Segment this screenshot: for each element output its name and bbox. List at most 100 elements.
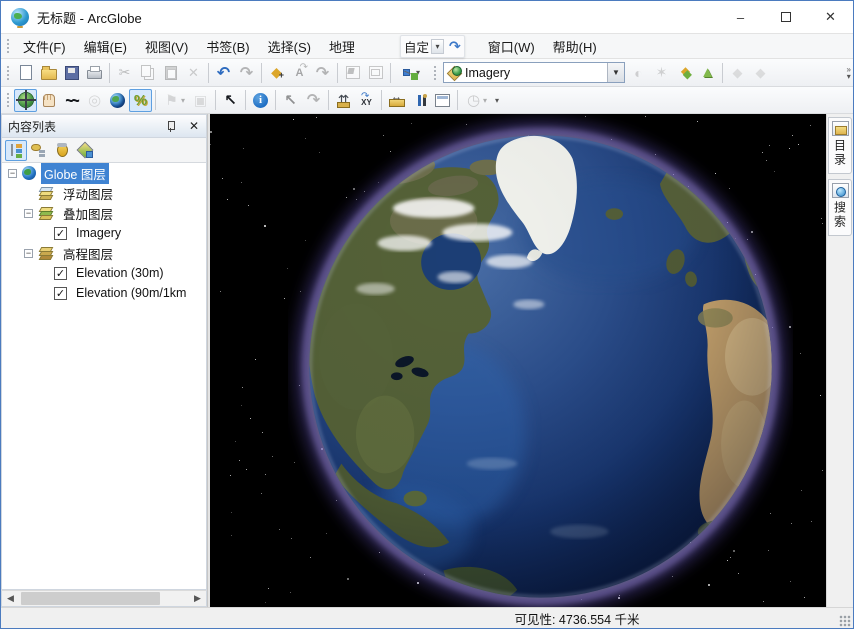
layer-label[interactable]: 叠加图层 [60, 203, 116, 224]
dropdown-caret-icon[interactable]: ▾ [483, 96, 487, 105]
scroll-right-arrow-icon[interactable]: ▶ [189, 591, 206, 606]
layer-label[interactable]: Globe 图层 [41, 163, 109, 184]
fly-tool[interactable] [60, 89, 83, 112]
layer-label[interactable]: Imagery [73, 225, 124, 241]
pin-icon[interactable] [164, 119, 178, 133]
menu-window[interactable]: 窗口(W) [479, 34, 544, 59]
transparency-button[interactable] [673, 61, 696, 84]
layer-label[interactable]: Elevation (30m) [73, 265, 167, 281]
layer-label[interactable]: Elevation (90m/1km [73, 285, 189, 301]
customize-toolbar-fragment: 自定 ▾ ↷ [400, 35, 465, 58]
navigate-tool[interactable] [14, 89, 37, 112]
scrollbar-thumb[interactable] [21, 592, 160, 605]
close-button[interactable]: ✕ [808, 1, 853, 33]
toolbar-grip[interactable] [5, 64, 9, 82]
toolbar-grip[interactable] [5, 91, 9, 109]
layer-label[interactable]: 高程图层 [60, 243, 116, 264]
go-to-xy-button[interactable] [355, 89, 378, 112]
identify-tool[interactable] [249, 89, 272, 112]
tree-expander[interactable]: − [24, 209, 33, 218]
viewer-window-button[interactable] [431, 89, 454, 112]
toolbar-options-caret-icon[interactable]: ▾ [495, 96, 499, 105]
tree-row[interactable]: Elevation (90m/1km [2, 283, 206, 303]
frame-icon [192, 92, 209, 109]
toolbar-separator [328, 90, 329, 110]
active-layer-combobox[interactable]: Imagery ▼ [443, 62, 625, 83]
undo-button[interactable] [212, 61, 235, 84]
modelbuilder-button[interactable]: ▾ [394, 61, 424, 84]
star [231, 512, 232, 513]
list-by-source-button[interactable] [28, 140, 50, 161]
adddata-icon [268, 64, 285, 81]
toolbar-overflow-button[interactable]: »▾ [847, 66, 851, 80]
globe-viewport[interactable] [210, 114, 826, 607]
window-controls: – ✕ [718, 1, 853, 33]
tree-expander[interactable]: − [8, 169, 17, 178]
menu-selection[interactable]: 选择(S) [259, 34, 320, 59]
tree-row[interactable]: − 叠加图层 [2, 203, 206, 223]
toc-horizontal-scrollbar[interactable]: ◀ ▶ [1, 590, 207, 607]
tree-row[interactable]: Elevation (30m) [2, 263, 206, 283]
tree-row[interactable]: 浮动图层 [2, 183, 206, 203]
html-popup-tool[interactable] [408, 89, 431, 112]
redo-icon [238, 64, 255, 81]
tree-row[interactable]: − Globe 图层 [2, 163, 206, 183]
layer-visibility-checkbox[interactable] [54, 267, 67, 280]
list-by-drawing-order-button[interactable] [5, 140, 27, 161]
star [222, 178, 223, 179]
list-by-visibility-button[interactable] [51, 140, 73, 161]
toc-title: 内容列表 [8, 118, 164, 135]
full-extent-button[interactable] [106, 89, 129, 112]
save-button[interactable] [60, 61, 83, 84]
list-by-selection-button[interactable] [74, 140, 96, 161]
print-button[interactable] [83, 61, 106, 84]
star [811, 521, 812, 522]
layer-label[interactable]: 浮动图层 [60, 183, 116, 204]
combobox-dropdown-button[interactable]: ▼ [607, 63, 624, 82]
new-document-button[interactable] [14, 61, 37, 84]
maximize-button[interactable] [763, 1, 808, 33]
tree-expander[interactable]: − [24, 249, 33, 258]
select-features-tool[interactable] [219, 89, 242, 112]
search-window-icon [832, 183, 849, 198]
scroll-left-arrow-icon[interactable]: ◀ [2, 591, 19, 606]
find-button[interactable] [332, 89, 355, 112]
menu-edit[interactable]: 编辑(E) [75, 34, 136, 59]
add-data-button[interactable] [265, 61, 288, 84]
open-button[interactable] [37, 61, 60, 84]
base-heights-button[interactable] [696, 61, 719, 84]
menu-view[interactable]: 视图(V) [136, 34, 197, 59]
scrollbar-track[interactable] [19, 591, 189, 606]
dropdown-caret-icon[interactable]: ▾ [416, 68, 420, 77]
menu-file[interactable]: 文件(F) [14, 34, 75, 59]
toc-close-button[interactable]: ✕ [186, 119, 202, 133]
search-tab[interactable]: 搜索 [828, 179, 852, 236]
layer-visibility-checkbox[interactable] [54, 287, 67, 300]
tree-row[interactable]: − 高程图层 [2, 243, 206, 263]
customize-dropdown-button[interactable]: ▾ [431, 39, 444, 54]
pan-tool[interactable] [37, 89, 60, 112]
catalog-tab[interactable]: 目录 [828, 117, 852, 174]
minimize-button[interactable]: – [718, 1, 763, 33]
star [248, 205, 249, 206]
pyramid-icon [699, 64, 716, 81]
toolbar-grip[interactable] [5, 37, 9, 55]
shading-button [749, 61, 772, 84]
menu-geoprocessing[interactable]: 地理处理(G) [320, 34, 354, 59]
menu-bookmarks[interactable]: 书签(B) [197, 34, 258, 59]
redo-icon [314, 64, 331, 81]
tree-row[interactable]: Imagery [2, 223, 206, 243]
measure-tool[interactable] [385, 89, 408, 112]
menu-help[interactable]: 帮助(H) [544, 34, 606, 59]
tab-label: 搜索 [832, 201, 849, 229]
customize-label[interactable]: 自定 [404, 37, 429, 56]
toolbar-grip[interactable] [432, 64, 436, 82]
resize-grip[interactable] [839, 615, 851, 627]
copy-icon [139, 64, 156, 81]
model-icon [398, 64, 415, 81]
layer-visibility-checkbox[interactable] [54, 227, 67, 240]
combobox-value: Imagery [462, 66, 607, 80]
layer-globe-icon [446, 66, 462, 80]
dropdown-caret-icon[interactable]: ▾ [181, 96, 185, 105]
navigation-mode-button[interactable] [129, 89, 152, 112]
